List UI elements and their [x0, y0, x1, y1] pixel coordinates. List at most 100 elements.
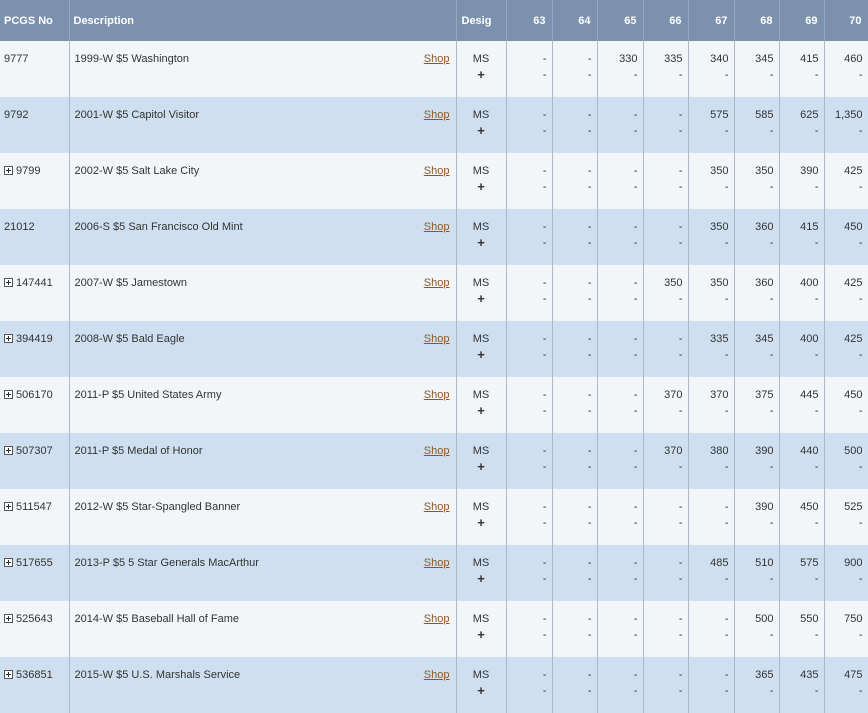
description-cell: 2007-W $5 Jamestown Shop — [69, 265, 457, 321]
shop-link[interactable]: Shop — [424, 165, 450, 177]
price-cell-grade-67: 350 - — [688, 209, 735, 265]
plus-price-value: - — [542, 629, 547, 641]
price-value: 380 — [710, 445, 729, 457]
plus-price-value: - — [678, 685, 683, 697]
plus-price-value: - — [769, 629, 774, 641]
plus-grade-toggle-button[interactable]: + — [457, 684, 506, 697]
plus-price-value: - — [858, 349, 863, 361]
plus-price-value: - — [724, 349, 729, 361]
shop-link[interactable]: Shop — [424, 53, 450, 65]
plus-price-value: - — [858, 293, 863, 305]
plus-price-value: - — [858, 629, 863, 641]
shop-link[interactable]: Shop — [424, 557, 450, 569]
table-row: 9792 2001-W $5 Capitol Visitor Shop MS + - - - -… — [0, 97, 868, 153]
pcgs-number: 394419 — [16, 333, 53, 345]
pcgs-number-cell: 507307 — [0, 433, 70, 489]
shop-link[interactable]: Shop — [424, 109, 450, 121]
price-value: - — [542, 53, 547, 65]
coin-description: 2014-W $5 Baseball Hall of Fame — [74, 613, 239, 625]
plus-price-value: - — [769, 405, 774, 417]
desig-label: MS — [472, 389, 490, 401]
plus-price-value: - — [814, 69, 819, 81]
plus-grade-toggle-button[interactable]: + — [457, 404, 506, 417]
price-cell-grade-68: 390 - — [734, 489, 780, 545]
header-grade-70[interactable]: 70 — [824, 0, 868, 41]
plus-grade-toggle-button[interactable]: + — [457, 460, 506, 473]
price-value: - — [542, 389, 547, 401]
pcgs-number-cell: 9777 — [0, 41, 70, 97]
expand-plus-icon[interactable] — [4, 446, 13, 455]
header-grade-66[interactable]: 66 — [643, 0, 689, 41]
shop-link[interactable]: Shop — [424, 501, 450, 513]
header-grade-64[interactable]: 64 — [552, 0, 598, 41]
shop-link[interactable]: Shop — [424, 389, 450, 401]
price-cell-grade-66: -- — [643, 321, 689, 377]
price-value: - — [633, 501, 638, 513]
shop-link[interactable]: Shop — [424, 333, 450, 345]
plus-grade-toggle-button[interactable]: + — [457, 236, 506, 249]
plus-price-value: - — [858, 461, 863, 473]
price-value: 485 — [710, 557, 729, 569]
header-pcgs-no[interactable]: PCGS No — [0, 0, 70, 41]
price-cell-grade-67: -- — [688, 601, 735, 657]
plus-price-value: - — [587, 125, 592, 137]
price-value: - — [587, 53, 592, 65]
expand-plus-icon[interactable] — [4, 334, 13, 343]
expand-plus-icon[interactable] — [4, 614, 13, 623]
plus-grade-toggle-button[interactable]: + — [457, 68, 506, 81]
desig-label: MS — [472, 557, 490, 569]
plus-grade-toggle-button[interactable]: + — [457, 292, 506, 305]
price-value: 370 — [664, 445, 683, 457]
desig-cell: MS + — [456, 153, 507, 209]
plus-grade-toggle-button[interactable]: + — [457, 348, 506, 361]
expand-plus-icon[interactable] — [4, 166, 13, 175]
shop-link[interactable]: Shop — [424, 277, 450, 289]
header-grade-68[interactable]: 68 — [734, 0, 780, 41]
price-value: - — [542, 669, 547, 681]
header-desig[interactable]: Desig — [456, 0, 507, 41]
description-wrap: 2015-W $5 U.S. Marshals Service Shop — [75, 669, 450, 681]
plus-price-value: - — [814, 629, 819, 641]
price-cell-grade-69: 400 - — [779, 265, 825, 321]
plus-grade-toggle-button[interactable]: + — [457, 516, 506, 529]
price-cell-grade-70: 425 - — [824, 265, 868, 321]
table-row: 536851 2015-W $5 U.S. Marshals Service Sho… — [0, 657, 868, 713]
expand-plus-icon[interactable] — [4, 390, 13, 399]
coin-description: 2002-W $5 Salt Lake City — [74, 165, 200, 177]
price-cell-grade-63: -- — [506, 153, 553, 209]
description-cell: 2015-W $5 U.S. Marshals Service Shop — [69, 657, 457, 713]
header-description[interactable]: Description — [69, 0, 457, 41]
pcgs-number: 9792 — [4, 109, 29, 121]
header-grade-69[interactable]: 69 — [779, 0, 825, 41]
expand-plus-icon[interactable] — [4, 278, 13, 287]
desig-cell: MS + — [456, 657, 507, 713]
shop-link[interactable]: Shop — [424, 445, 450, 457]
plus-price-value: - — [587, 69, 592, 81]
expand-plus-icon[interactable] — [4, 670, 13, 679]
expand-plus-icon[interactable] — [4, 558, 13, 567]
price-value: - — [724, 669, 729, 681]
plus-price-value: - — [769, 125, 774, 137]
expand-plus-icon[interactable] — [4, 502, 13, 511]
plus-grade-toggle-button[interactable]: + — [457, 180, 506, 193]
shop-link[interactable]: Shop — [424, 669, 450, 681]
shop-link[interactable]: Shop — [424, 613, 450, 625]
plus-grade-toggle-button[interactable]: + — [457, 124, 506, 137]
plus-price-value: - — [633, 69, 638, 81]
desig-label: MS — [472, 613, 490, 625]
header-grade-67[interactable]: 67 — [688, 0, 735, 41]
price-cell-grade-65: -- — [597, 489, 644, 545]
plus-grade-toggle-button[interactable]: + — [457, 628, 506, 641]
price-value: - — [587, 501, 592, 513]
table-row: 506170 2011-P $5 United States Army Shop MS… — [0, 377, 868, 433]
header-grade-65[interactable]: 65 — [597, 0, 644, 41]
plus-price-value: - — [587, 293, 592, 305]
shop-link[interactable]: Shop — [424, 221, 450, 233]
price-cell-grade-68: 360 - — [734, 265, 780, 321]
desig-cell: MS + — [456, 321, 507, 377]
header-grade-63[interactable]: 63 — [506, 0, 553, 41]
plus-price-value: - — [633, 349, 638, 361]
plus-price-value: - — [814, 517, 819, 529]
price-value: 450 — [844, 389, 863, 401]
plus-grade-toggle-button[interactable]: + — [457, 572, 506, 585]
